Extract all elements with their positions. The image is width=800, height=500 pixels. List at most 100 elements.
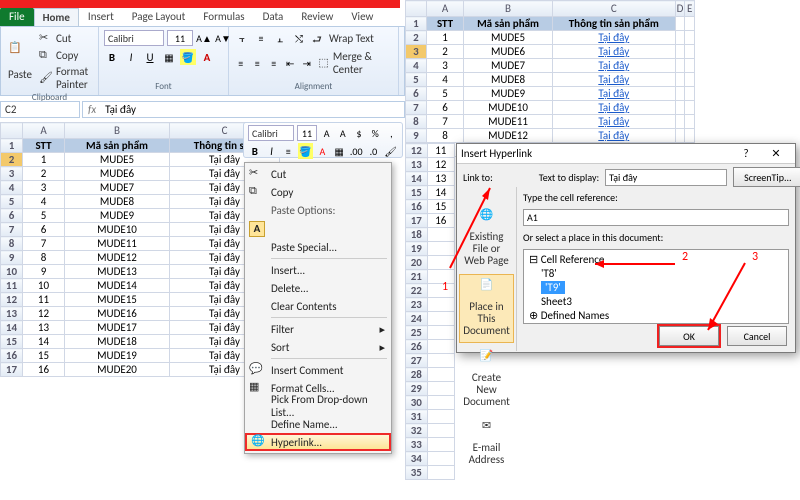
- cell[interactable]: 6: [426, 101, 463, 115]
- cell[interactable]: MUDE9: [65, 209, 170, 223]
- merge-center-button[interactable]: ⬚Merge & Center: [316, 49, 393, 77]
- row-header[interactable]: 2: [406, 31, 427, 45]
- cell-hyperlink[interactable]: Tại đây: [552, 31, 675, 45]
- tab-home[interactable]: Home: [34, 8, 79, 26]
- row-header[interactable]: 5: [1, 195, 23, 209]
- cell-hyperlink[interactable]: Tại đây: [552, 45, 675, 59]
- row-header[interactable]: 17: [406, 214, 428, 228]
- copy-button[interactable]: ⧉Copy: [37, 47, 93, 63]
- row-header[interactable]: 21: [406, 270, 428, 284]
- row-header[interactable]: 13: [1, 307, 23, 321]
- mini-shrink-font[interactable]: A: [336, 125, 349, 141]
- row-header[interactable]: 32: [406, 424, 428, 438]
- mini-font-size[interactable]: [297, 125, 317, 141]
- cell[interactable]: 8: [426, 129, 463, 143]
- row-header[interactable]: 25: [406, 326, 428, 340]
- ctx-delete[interactable]: Delete...: [245, 279, 391, 297]
- screentip-button[interactable]: ScreenTip...: [733, 167, 800, 187]
- row-header[interactable]: 35: [406, 466, 428, 480]
- cell-ref-input[interactable]: [523, 209, 789, 226]
- cell[interactable]: 15: [23, 349, 65, 363]
- row-header[interactable]: 18: [406, 228, 428, 242]
- col-header-c[interactable]: C: [552, 1, 675, 17]
- mini-comma[interactable]: ,: [385, 125, 398, 141]
- ctx-hyperlink[interactable]: 🌐Hyperlink...: [245, 433, 391, 451]
- cell[interactable]: [427, 466, 454, 480]
- cut-button[interactable]: ✂Cut: [37, 30, 93, 46]
- ctx-paste-special[interactable]: Paste Special...: [245, 238, 391, 256]
- cell[interactable]: MUDE12: [65, 251, 170, 265]
- cell[interactable]: [427, 438, 454, 452]
- cell-hyperlink[interactable]: Tại đây: [552, 129, 675, 143]
- border-button[interactable]: ▦: [161, 49, 177, 65]
- mini-font-color[interactable]: A: [316, 143, 330, 159]
- cell[interactable]: MUDE7: [65, 181, 170, 195]
- cell-hyperlink[interactable]: Tại đây: [552, 101, 675, 115]
- cell[interactable]: 5: [426, 87, 463, 101]
- row-header[interactable]: 26: [406, 340, 428, 354]
- cell[interactable]: 11: [23, 293, 65, 307]
- row-header[interactable]: 23: [406, 298, 428, 312]
- cell[interactable]: [427, 424, 454, 438]
- row-header[interactable]: 3: [406, 45, 427, 59]
- row-header[interactable]: 11: [1, 279, 23, 293]
- cell[interactable]: [685, 101, 695, 115]
- wrap-text-button[interactable]: ⮐Wrap Text: [310, 30, 376, 46]
- cell[interactable]: MUDE10: [464, 101, 553, 115]
- paste-button[interactable]: 📋 Paste: [6, 40, 34, 82]
- ctx-filter[interactable]: Filter▸: [245, 320, 391, 338]
- bold-button[interactable]: B: [104, 49, 120, 65]
- row-header[interactable]: 30: [406, 396, 428, 410]
- ctx-sort[interactable]: Sort▸: [245, 338, 391, 356]
- align-center-button[interactable]: ≡: [250, 55, 263, 71]
- mini-bold[interactable]: B: [248, 143, 262, 159]
- cell[interactable]: 1: [23, 153, 65, 167]
- row-header[interactable]: 8: [1, 237, 23, 251]
- tab-page-layout[interactable]: Page Layout: [123, 7, 195, 26]
- row-header[interactable]: 7: [406, 101, 427, 115]
- mini-painter[interactable]: 🖌: [383, 143, 398, 159]
- row-header[interactable]: 9: [406, 129, 427, 143]
- col-header-e[interactable]: E: [685, 1, 695, 17]
- row-header[interactable]: 17: [1, 363, 23, 377]
- font-color-button[interactable]: A: [199, 49, 215, 65]
- ctx-insert-comment[interactable]: 💬Insert Comment: [245, 361, 391, 379]
- mini-align[interactable]: ≡: [281, 143, 295, 159]
- cell[interactable]: 10: [23, 279, 65, 293]
- cell[interactable]: Mã sản phẩm: [464, 17, 553, 31]
- cell[interactable]: MUDE13: [65, 265, 170, 279]
- row-header[interactable]: 2: [1, 153, 23, 167]
- row-header[interactable]: 1: [1, 139, 23, 153]
- ctx-clear[interactable]: Clear Contents: [245, 297, 391, 315]
- row-header[interactable]: 3: [1, 167, 23, 181]
- tab-file[interactable]: File: [0, 7, 34, 26]
- cell[interactable]: [685, 129, 695, 143]
- cell[interactable]: [427, 340, 454, 354]
- worksheet-right[interactable]: ABCDE 1STTMã sản phẩmThông tin sản phẩm …: [405, 0, 695, 157]
- row-header[interactable]: 28: [406, 368, 428, 382]
- cell[interactable]: MUDE6: [464, 45, 553, 59]
- row-header[interactable]: 8: [406, 115, 427, 129]
- cell[interactable]: [427, 298, 454, 312]
- cell[interactable]: [675, 17, 685, 31]
- cell[interactable]: MUDE15: [65, 293, 170, 307]
- cell[interactable]: [427, 312, 454, 326]
- cell[interactable]: 3: [426, 59, 463, 73]
- mini-border[interactable]: ▦: [332, 143, 346, 159]
- cell[interactable]: MUDE7: [464, 59, 553, 73]
- col-header-a[interactable]: A: [426, 1, 463, 17]
- row-header[interactable]: 12: [406, 144, 428, 158]
- cell[interactable]: 16: [23, 363, 65, 377]
- increase-indent-button[interactable]: ⇥: [300, 55, 313, 71]
- row-header[interactable]: 19: [406, 242, 428, 256]
- dialog-close-button[interactable]: ✕: [761, 147, 791, 160]
- ctx-pick-dropdown[interactable]: Pick From Drop-down List...: [245, 397, 391, 415]
- mini-currency[interactable]: $: [352, 125, 365, 141]
- cell[interactable]: 7: [23, 237, 65, 251]
- cell[interactable]: [427, 326, 454, 340]
- formula-bar[interactable]: fx Tại đây: [82, 101, 405, 118]
- tab-data[interactable]: Data: [254, 7, 293, 26]
- cell[interactable]: STT: [23, 139, 65, 153]
- cell[interactable]: [685, 115, 695, 129]
- mini-italic[interactable]: I: [265, 143, 279, 159]
